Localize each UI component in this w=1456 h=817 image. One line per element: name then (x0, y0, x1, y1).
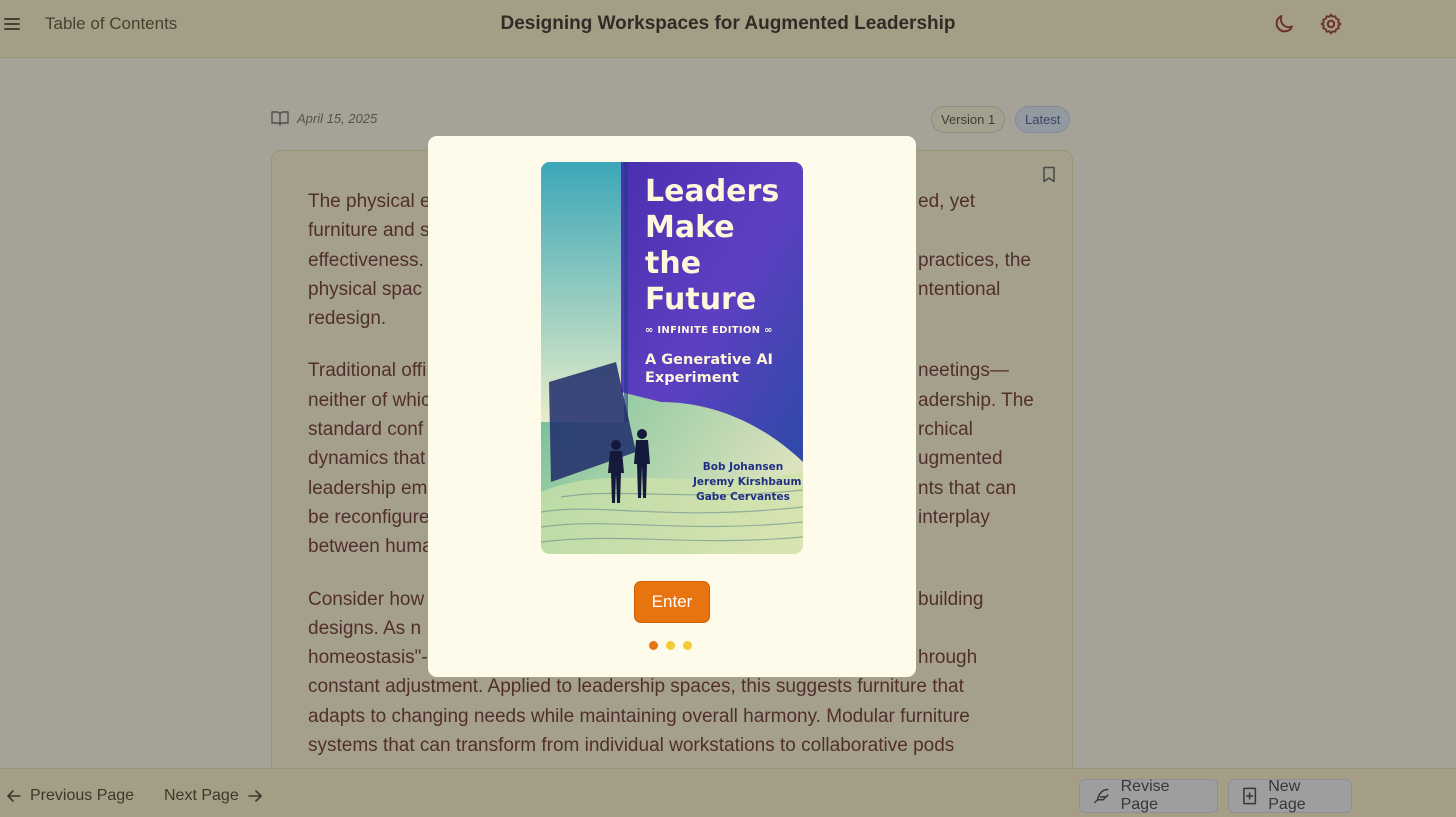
cover-subtitle-line: A Generative AI (645, 352, 773, 368)
carousel-dots (649, 641, 692, 651)
enter-button[interactable]: Enter (634, 581, 710, 623)
cover-author: Jeremy Kirshbaum (693, 476, 802, 488)
cover-title-line: Make (645, 210, 735, 245)
cover-title-line: Future (645, 282, 757, 317)
cover-subtitle-line: Experiment (645, 370, 739, 386)
cover-title: Leaders Make the Future (645, 174, 803, 318)
carousel-dot[interactable] (649, 641, 658, 650)
cover-title-line: the (645, 246, 702, 281)
book-cover-image: Leaders Make the Future ∞ INFINITE EDITI… (541, 162, 803, 554)
cover-edition: ∞ INFINITE EDITION ∞ (645, 325, 773, 336)
cover-authors: Bob Johansen Jeremy Kirshbaum Gabe Cerva… (693, 460, 802, 505)
cover-author: Bob Johansen (702, 461, 784, 473)
cover-author: Gabe Cervantes (696, 491, 790, 503)
carousel-dot[interactable] (683, 641, 692, 650)
carousel-dot[interactable] (666, 641, 675, 650)
welcome-modal: Leaders Make the Future ∞ INFINITE EDITI… (428, 136, 916, 677)
cover-title-line: Leaders (645, 174, 780, 209)
cover-subtitle: A Generative AI Experiment (645, 351, 795, 387)
